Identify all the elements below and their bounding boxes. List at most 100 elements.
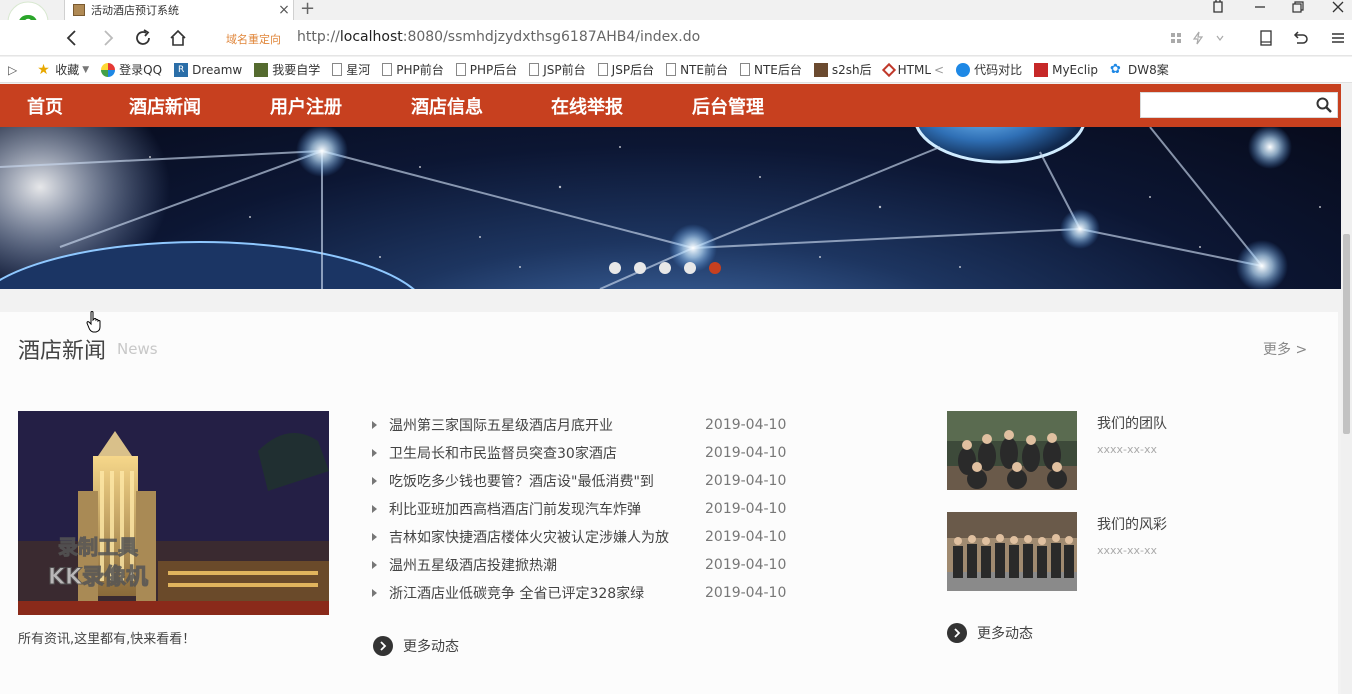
carousel-dot[interactable]: [684, 262, 696, 274]
bookmark-label: 星河: [346, 63, 371, 77]
bookmark-item[interactable]: JSP前台: [529, 61, 586, 78]
nav-home[interactable]: 首页: [27, 93, 63, 119]
bookmark-item[interactable]: R Dreamw: [174, 62, 242, 77]
nav-hotel-news[interactable]: 酒店新闻: [129, 93, 201, 119]
close-window-icon[interactable]: [1318, 0, 1352, 14]
news-item[interactable]: 吃饭吃多少钱也要管？酒店设"最低消费"到 2019-04-10: [370, 467, 800, 495]
nav-online-report[interactable]: 在线举报: [551, 93, 623, 119]
news-item[interactable]: 利比亚班加西高档酒店门前发现汽车炸弹 2019-04-10: [370, 495, 800, 523]
chevron-left-icon: <: [934, 62, 945, 77]
lightning-icon[interactable]: [1188, 28, 1208, 48]
url-prefix: http://: [297, 29, 340, 45]
section-title: 酒店新闻: [18, 339, 107, 364]
more-news-label: 更多动态: [403, 639, 459, 655]
url-host: localhost: [339, 29, 403, 45]
address-bar: 域名重定向 http://localhost:8080/ssmhdjzydxth…: [0, 20, 1352, 56]
side-title[interactable]: 我们的团队: [1097, 413, 1167, 433]
news-title[interactable]: 吉林如家快捷酒店楼体火灾被认定涉嫌人为放: [389, 527, 705, 547]
news-date: 2019-04-10: [705, 473, 787, 489]
page-scrollbar[interactable]: [1341, 84, 1352, 694]
bookmark-item[interactable]: 代码对比: [956, 61, 1022, 78]
team-photo[interactable]: [947, 411, 1077, 490]
news-title[interactable]: 吃饭吃多少钱也要管？酒店设"最低消费"到: [389, 471, 705, 491]
news-title[interactable]: 温州五星级酒店投建掀热潮: [389, 555, 705, 575]
group-photo[interactable]: [947, 512, 1077, 591]
bookmark-label: 我要自学: [272, 63, 321, 77]
minimize-icon[interactable]: [1240, 0, 1280, 14]
bookmark-label: s2sh后: [831, 63, 872, 77]
side-item-style[interactable]: 我们的风彩 xxxx-xx-xx: [947, 512, 1247, 592]
bookmark-item[interactable]: s2sh后: [813, 61, 872, 78]
bookmark-item[interactable]: PHP前台: [382, 61, 444, 78]
undo-icon[interactable]: [1290, 28, 1310, 48]
home-icon[interactable]: [166, 26, 190, 50]
more-news-link[interactable]: 更多动态: [373, 636, 459, 656]
grid-icon[interactable]: [1166, 28, 1186, 48]
bookmark-item[interactable]: MyEclip: [1034, 62, 1098, 77]
side-title[interactable]: 我们的风彩: [1097, 514, 1167, 534]
nav-user-register[interactable]: 用户注册: [270, 93, 342, 119]
bookmark-label: PHP后台: [469, 63, 518, 77]
bookmark-item[interactable]: ✿ DW8案: [1110, 61, 1169, 78]
bookmark-item[interactable]: ★ 收藏 ▼: [37, 61, 89, 78]
bookmark-label: DW8案: [1128, 63, 1169, 77]
news-title[interactable]: 卫生局长和市民监督员突查30家酒店: [389, 443, 705, 463]
new-tab-icon[interactable]: +: [300, 0, 315, 19]
carousel-dot[interactable]: [609, 262, 621, 274]
dropdown-chevron-icon[interactable]: [1210, 28, 1230, 48]
news-date: 2019-04-10: [705, 585, 787, 601]
back-icon[interactable]: [60, 26, 84, 50]
bullet-arrow-icon: [372, 477, 377, 485]
carousel-dot[interactable]: [634, 262, 646, 274]
search-box: [1140, 92, 1338, 118]
more-link[interactable]: 更多 >: [1263, 339, 1307, 359]
search-icon[interactable]: [1315, 96, 1333, 114]
carousel-dot[interactable]: [659, 262, 671, 274]
nav-admin[interactable]: 后台管理: [692, 93, 764, 119]
news-title[interactable]: 温州第三家国际五星级酒店月底开业: [389, 415, 705, 435]
tab-close-icon[interactable]: ×: [275, 2, 293, 18]
doc-icon: [529, 63, 540, 76]
sidebar-toggle-icon[interactable]: ▷: [8, 63, 17, 77]
news-title[interactable]: 利比亚班加西高档酒店门前发现汽车炸弹: [389, 499, 705, 519]
bookmark-item[interactable]: 登录QQ: [101, 61, 162, 78]
refresh-icon[interactable]: [131, 26, 155, 50]
nav-hotel-info[interactable]: 酒店信息: [411, 93, 483, 119]
bookmark-item[interactable]: HTML <: [881, 62, 945, 77]
menu-icon[interactable]: [1328, 28, 1348, 48]
side-item-team[interactable]: 我们的团队 xxxx-xx-xx: [947, 411, 1247, 491]
reading-mode-icon[interactable]: [1256, 28, 1276, 48]
section-subtitle: News: [117, 340, 158, 358]
news-title[interactable]: 浙江酒店业低碳竞争 全省已评定328家绿: [389, 583, 705, 603]
browser-tabbar: 活动酒店预订系统 × +: [0, 0, 1352, 20]
news-date: 2019-04-10: [705, 529, 787, 545]
scrollbar-thumb[interactable]: [1343, 234, 1350, 434]
doc-icon: [739, 63, 750, 76]
news-date: 2019-04-10: [705, 445, 787, 461]
html-icon: [881, 62, 896, 77]
main-nav: 首页 酒店新闻 用户注册 酒店信息 在线举报 后台管理: [0, 84, 1341, 127]
bookmark-item[interactable]: PHP后台: [455, 61, 518, 78]
web-page: 首页 酒店新闻 用户注册 酒店信息 在线举报 后台管理 酒店新闻 News 更多…: [0, 84, 1341, 694]
url-field[interactable]: http://localhost:8080/ssmhdjzydxthsg6187…: [297, 29, 700, 45]
forward-icon[interactable]: [96, 26, 120, 50]
bullet-arrow-icon: [372, 533, 377, 541]
skin-icon[interactable]: [1198, 0, 1238, 14]
bookmark-item[interactable]: 星河: [332, 61, 370, 78]
bookmark-item[interactable]: NTE后台: [739, 61, 802, 78]
news-item[interactable]: 卫生局长和市民监督员突查30家酒店 2019-04-10: [370, 439, 800, 467]
bookmark-item[interactable]: NTE前台: [666, 61, 728, 78]
browser-tab[interactable]: 活动酒店预订系统 ×: [64, 0, 294, 20]
news-item[interactable]: 浙江酒店业低碳竞争 全省已评定328家绿 2019-04-10: [370, 579, 800, 607]
news-item[interactable]: 温州五星级酒店投建掀热潮 2019-04-10: [370, 551, 800, 579]
bookmark-item[interactable]: JSP后台: [597, 61, 654, 78]
feature-image[interactable]: 录制工具 KK录像机: [18, 411, 329, 615]
search-input[interactable]: [1141, 93, 1311, 117]
bullet-arrow-icon: [372, 505, 377, 513]
restore-icon[interactable]: [1278, 0, 1318, 14]
bookmark-item[interactable]: 我要自学: [254, 61, 320, 78]
news-item[interactable]: 温州第三家国际五星级酒店月底开业 2019-04-10: [370, 411, 800, 439]
carousel-dot-active[interactable]: [709, 262, 721, 274]
side-more-link[interactable]: 更多动态: [947, 623, 1033, 643]
news-item[interactable]: 吉林如家快捷酒店楼体火灾被认定涉嫌人为放 2019-04-10: [370, 523, 800, 551]
